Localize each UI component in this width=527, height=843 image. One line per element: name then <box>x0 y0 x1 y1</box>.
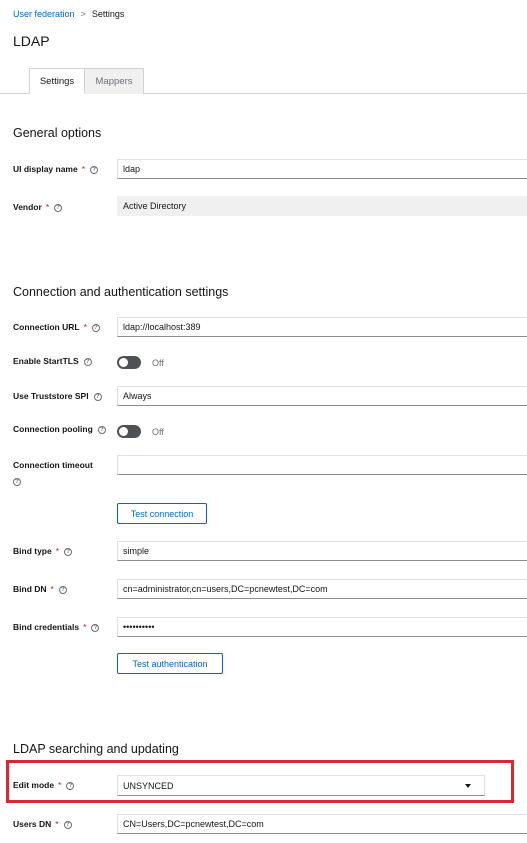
toggle-knob <box>119 358 128 367</box>
use-truststore-spi-label-text: Use Truststore SPI <box>13 391 89 401</box>
connection-pooling-label-text: Connection pooling <box>13 424 93 434</box>
bind-credentials-label-text: Bind credentials <box>13 622 80 632</box>
edit-mode-value: UNSYNCED <box>123 780 174 791</box>
breadcrumb-current: Settings <box>91 9 125 19</box>
breadcrumb: User federation > Settings <box>13 9 124 19</box>
help-icon[interactable]: ? <box>91 323 100 332</box>
users-dn-label-text: Users DN <box>13 819 52 829</box>
test-connection-button[interactable]: Test connection <box>117 503 207 524</box>
bind-dn-label: Bind DN * ? <box>13 584 67 596</box>
edit-mode-label: Edit mode * ? <box>13 780 75 792</box>
required-marker: * <box>55 819 59 829</box>
help-icon[interactable]: ? <box>97 425 106 434</box>
tab-mappers[interactable]: Mappers <box>85 68 144 94</box>
connection-timeout-label-text: Connection timeout <box>13 460 93 470</box>
required-marker: * <box>55 546 60 556</box>
toggle-switch[interactable] <box>117 425 141 438</box>
bind-dn-input[interactable]: cn=administrator,cn=users,DC=pcnewtest,D… <box>117 579 527 599</box>
breadcrumb-separator: > <box>80 9 86 19</box>
bind-type-label-text: Bind type <box>13 546 52 556</box>
connection-pooling-toggle[interactable]: Off <box>117 425 164 438</box>
help-icon[interactable]: ? <box>93 392 102 401</box>
ui-display-name-label: UI display name * ? <box>13 164 99 176</box>
required-marker: * <box>83 322 87 332</box>
toggle-state-text: Off <box>152 426 164 437</box>
required-marker: * <box>45 202 50 212</box>
vendor-field: Active Directory <box>117 196 527 216</box>
required-marker: * <box>81 164 86 174</box>
connection-url-label-text: Connection URL <box>13 322 80 332</box>
vendor-label: Vendor * ? <box>13 202 63 214</box>
edit-mode-label-text: Edit mode <box>13 780 55 790</box>
tab-settings[interactable]: Settings <box>29 68 85 94</box>
edit-mode-select[interactable]: UNSYNCED <box>117 775 485 796</box>
breadcrumb-user-federation-link[interactable]: User federation <box>13 9 75 19</box>
toggle-switch[interactable] <box>117 356 141 369</box>
page-title: LDAP <box>13 33 50 49</box>
users-dn-input[interactable]: CN=Users,DC=pcnewtest,DC=com <box>117 814 527 834</box>
use-truststore-spi-select[interactable]: Always <box>117 386 527 406</box>
connection-timeout-label: Connection timeout ? <box>13 460 93 486</box>
ui-display-name-label-text: UI display name <box>13 164 78 174</box>
vendor-label-text: Vendor <box>13 202 42 212</box>
section-title-searching: LDAP searching and updating <box>13 742 179 756</box>
enable-starttls-label: Enable StartTLS ? <box>13 356 92 368</box>
bind-credentials-input[interactable]: •••••••••• <box>117 617 527 637</box>
users-dn-label: Users DN * ? <box>13 819 72 831</box>
connection-url-label: Connection URL * ? <box>13 322 100 334</box>
help-icon[interactable]: ? <box>90 165 99 174</box>
section-title-connection: Connection and authentication settings <box>13 285 229 299</box>
bind-credentials-label: Bind credentials * ? <box>13 622 100 634</box>
help-icon[interactable]: ? <box>58 585 67 594</box>
bind-type-select[interactable]: simple <box>117 541 527 561</box>
help-icon[interactable]: ? <box>54 203 63 212</box>
ui-display-name-input[interactable]: ldap <box>117 159 527 179</box>
help-icon[interactable]: ? <box>83 357 92 366</box>
help-icon[interactable]: ? <box>66 781 75 790</box>
bind-type-label: Bind type * ? <box>13 546 73 558</box>
caret-down-icon <box>465 783 471 788</box>
enable-starttls-label-text: Enable StartTLS <box>13 356 79 366</box>
connection-url-input[interactable]: ldap://localhost:389 <box>117 317 527 337</box>
connection-timeout-input[interactable] <box>117 455 527 475</box>
connection-pooling-label: Connection pooling ? <box>13 424 106 436</box>
tab-bar: Settings Mappers <box>0 68 527 94</box>
use-truststore-spi-label: Use Truststore SPI ? <box>13 391 102 403</box>
section-title-general: General options <box>13 126 102 140</box>
required-marker: * <box>58 780 62 790</box>
test-authentication-button[interactable]: Test authentication <box>117 653 223 674</box>
required-marker: * <box>50 584 54 594</box>
help-icon[interactable]: ? <box>63 820 72 829</box>
enable-starttls-toggle[interactable]: Off <box>117 356 164 369</box>
required-marker: * <box>83 622 87 632</box>
help-icon[interactable]: ? <box>13 477 21 486</box>
help-icon[interactable]: ? <box>91 623 100 632</box>
bind-dn-label-text: Bind DN <box>13 584 47 594</box>
toggle-state-text: Off <box>152 357 164 368</box>
help-icon[interactable]: ? <box>64 547 73 556</box>
toggle-knob <box>119 427 128 436</box>
